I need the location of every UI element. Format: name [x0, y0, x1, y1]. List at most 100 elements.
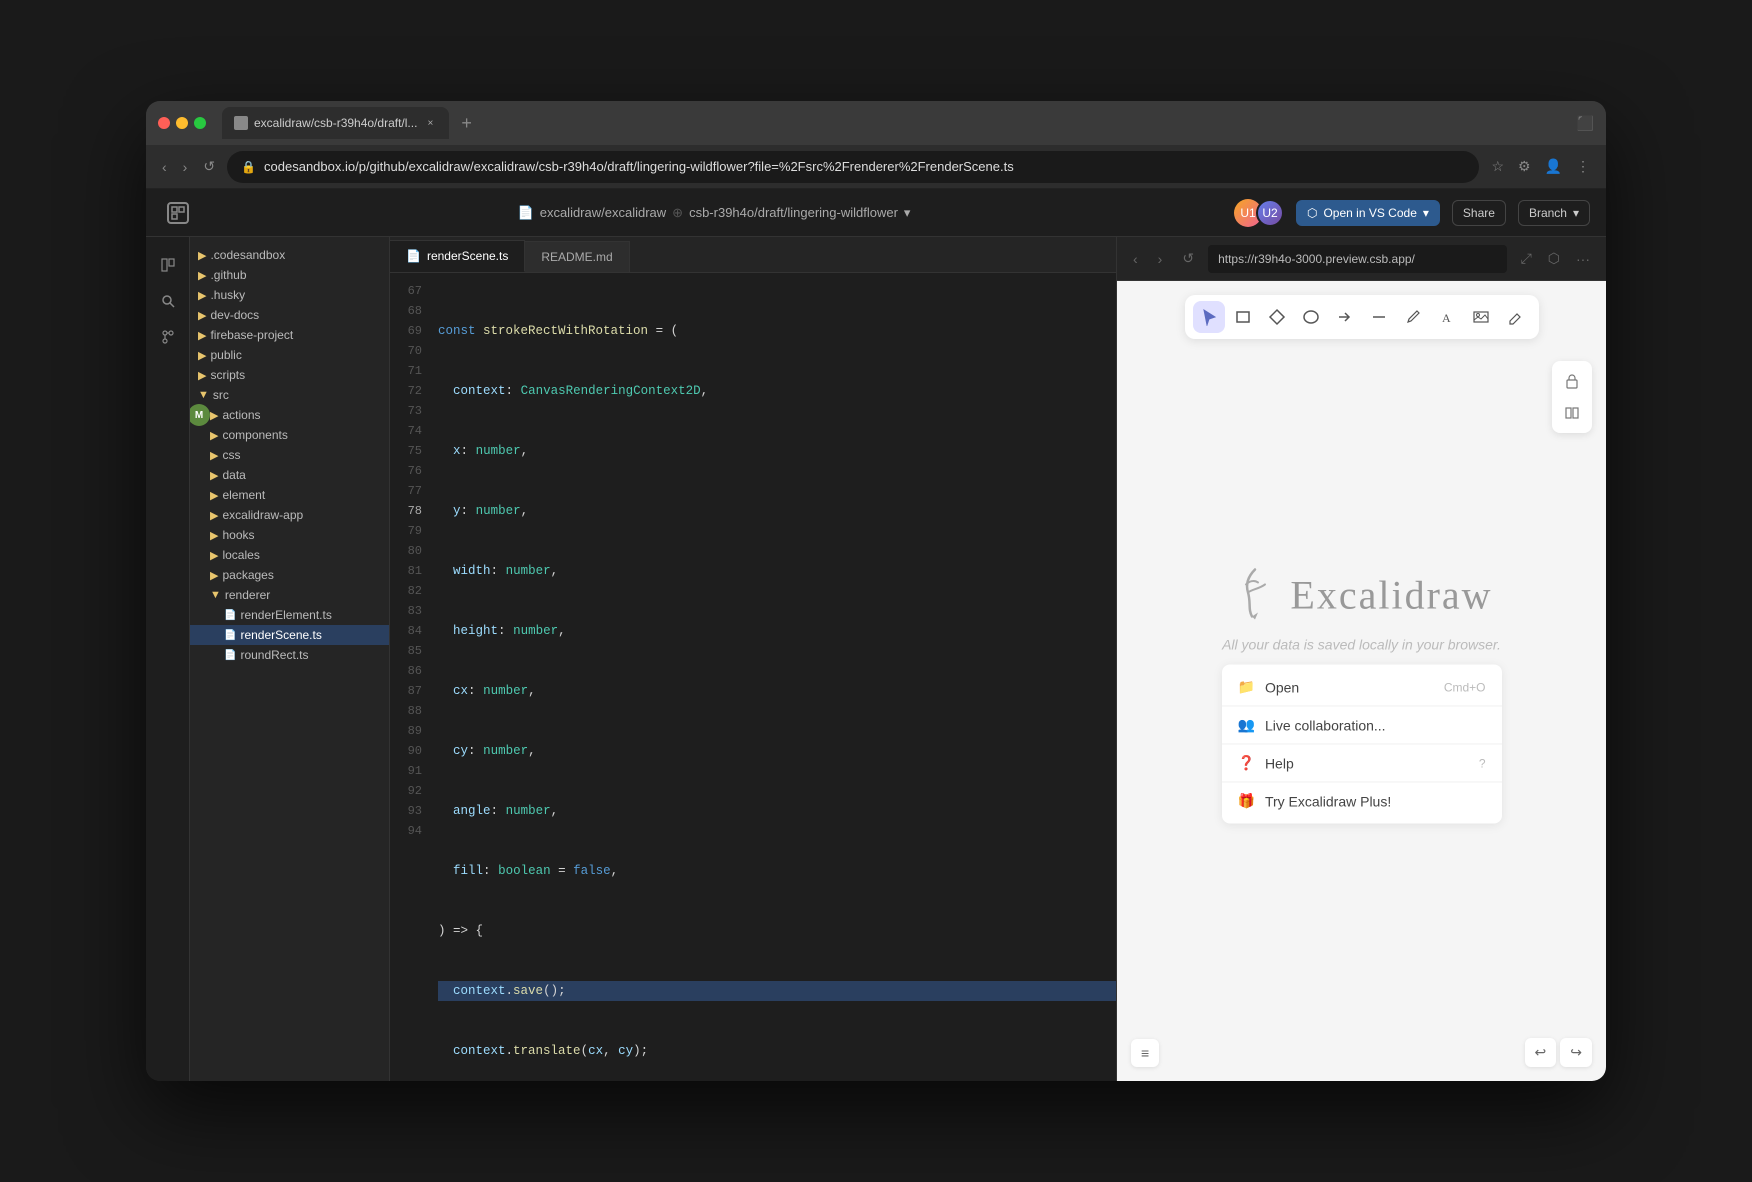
- more-options-icon[interactable]: ⋮: [1572, 154, 1594, 179]
- code-area[interactable]: 67 68 69 70 71 72 73 74 75 76 77: [390, 273, 1116, 1081]
- explorer-item-github[interactable]: ▶ .github: [190, 265, 389, 285]
- excalidraw-tool-arrow[interactable]: [1329, 301, 1361, 333]
- code-line: const strokeRectWithRotation = (: [438, 321, 1116, 341]
- line-num: 84: [390, 621, 422, 641]
- code-line: x: number,: [438, 441, 1116, 461]
- extensions-icon[interactable]: ⚙: [1514, 154, 1535, 179]
- explorer-item-components[interactable]: ▶ components: [190, 425, 389, 445]
- svg-text:A: A: [1442, 311, 1451, 325]
- excalidraw-lock-button[interactable]: [1558, 367, 1586, 395]
- folder-icon: ▶: [198, 309, 206, 322]
- excalidraw-tool-text[interactable]: A: [1431, 301, 1463, 333]
- sidebar-search-icon[interactable]: [152, 285, 184, 317]
- folder-icon: ▶: [198, 369, 206, 382]
- explorer-item-css[interactable]: ▶ css: [190, 445, 389, 465]
- excalidraw-menu-button[interactable]: ≡: [1131, 1039, 1159, 1067]
- explorer-item-label: .husky: [210, 288, 245, 302]
- excalidraw-redo-button[interactable]: ↪: [1560, 1038, 1592, 1067]
- preview-external-button[interactable]: ⬡: [1542, 246, 1566, 271]
- tab-close-button[interactable]: ×: [423, 116, 437, 130]
- preview-more-button[interactable]: ···: [1570, 246, 1596, 271]
- editor-tab-renderScene[interactable]: 📄 renderScene.ts: [390, 240, 525, 272]
- explorer-item-data[interactable]: ▶ data: [190, 465, 389, 485]
- excalidraw-tool-pencil[interactable]: [1397, 301, 1429, 333]
- excalidraw-tool-image[interactable]: [1465, 301, 1497, 333]
- explorer-item-renderer[interactable]: ▼ renderer: [190, 585, 389, 605]
- forward-button[interactable]: ›: [179, 155, 192, 179]
- explorer-item-src[interactable]: ▼ src: [190, 385, 389, 405]
- browser-tab-active[interactable]: excalidraw/csb-r39h4o/draft/l... ×: [222, 107, 449, 139]
- excalidraw-tool-eraser[interactable]: [1499, 301, 1531, 333]
- excalidraw-undo-button[interactable]: ↩: [1525, 1038, 1557, 1067]
- explorer-item-codesandbox[interactable]: ▶ .codesandbox: [190, 245, 389, 265]
- folder-icon: ▶: [198, 329, 206, 342]
- folder-icon: ▶: [210, 449, 218, 462]
- line-num: 94: [390, 821, 422, 841]
- excalidraw-menu-help[interactable]: ❓ Help ?: [1222, 744, 1502, 782]
- explorer-item-excalidraw-app[interactable]: ▶ excalidraw-app: [190, 505, 389, 525]
- explorer-item-devdocs[interactable]: ▶ dev-docs: [190, 305, 389, 325]
- explorer-item-scripts[interactable]: ▶ scripts: [190, 365, 389, 385]
- excalidraw-tool-ellipse[interactable]: [1295, 301, 1327, 333]
- explorer-item-label: hooks: [222, 528, 254, 542]
- preview-url-text: https://r39h4o-3000.preview.csb.app/: [1218, 252, 1415, 266]
- preview-refresh-button[interactable]: ↺: [1176, 246, 1200, 271]
- folder-icon: ▶: [210, 569, 218, 582]
- refresh-button[interactable]: ↺: [199, 154, 219, 179]
- code-content[interactable]: const strokeRectWithRotation = ( context…: [430, 273, 1116, 1081]
- open-vscode-button[interactable]: ⬡ Open in VS Code ▾: [1296, 200, 1440, 226]
- explorer-item-label: .codesandbox: [210, 248, 285, 262]
- excalidraw-menu-plus[interactable]: 🎁 Try Excalidraw Plus!: [1222, 782, 1502, 819]
- breadcrumb-repo[interactable]: excalidraw/excalidraw: [540, 205, 666, 220]
- code-line: height: number,: [438, 621, 1116, 641]
- explorer-item-husky[interactable]: ▶ .husky: [190, 285, 389, 305]
- minimize-button[interactable]: [176, 117, 188, 129]
- line-num: 75: [390, 441, 422, 461]
- code-lines: 67 68 69 70 71 72 73 74 75 76 77: [390, 273, 1116, 1081]
- explorer-item-public[interactable]: ▶ public: [190, 345, 389, 365]
- explorer-item-roundRect[interactable]: 📄 roundRect.ts: [190, 645, 389, 665]
- sidebar-explorer-icon[interactable]: [152, 249, 184, 281]
- file-explorer: ▶ .codesandbox ▶ .github ▶ .husky ▶ dev-…: [190, 237, 390, 1081]
- window-control-icon: ⬛: [1577, 115, 1594, 132]
- line-num: 90: [390, 741, 422, 761]
- bookmark-icon[interactable]: ☆: [1487, 154, 1508, 179]
- url-bar[interactable]: 🔒 codesandbox.io/p/github/excalidraw/exc…: [227, 151, 1479, 183]
- back-button[interactable]: ‹: [158, 155, 171, 179]
- excalidraw-tool-select[interactable]: [1193, 301, 1225, 333]
- sidebar-git-icon[interactable]: [152, 321, 184, 353]
- tab-bar: excalidraw/csb-r39h4o/draft/l... × +: [222, 107, 1569, 139]
- explorer-item-hooks[interactable]: ▶ hooks: [190, 525, 389, 545]
- explorer-item-firebase[interactable]: ▶ firebase-project: [190, 325, 389, 345]
- excalidraw-tool-line[interactable]: [1363, 301, 1395, 333]
- maximize-button[interactable]: [194, 117, 206, 129]
- profile-icon[interactable]: 👤: [1541, 154, 1566, 179]
- explorer-item-actions[interactable]: ▶ actions M: [190, 405, 389, 425]
- explorer-item-locales[interactable]: ▶ locales: [190, 545, 389, 565]
- excalidraw-menu-collab[interactable]: 👥 Live collaboration...: [1222, 706, 1502, 744]
- preview-expand-button[interactable]: ⤢: [1515, 246, 1538, 271]
- preview-back-button[interactable]: ‹: [1127, 247, 1144, 271]
- excalidraw-menu: 📁 Open Cmd+O 👥 Live collaboration... ❓: [1222, 664, 1502, 823]
- share-button[interactable]: Share: [1452, 200, 1506, 226]
- explorer-item-label: .github: [210, 268, 246, 282]
- line-num: 81: [390, 561, 422, 581]
- excalidraw-tool-rectangle[interactable]: [1227, 301, 1259, 333]
- excalidraw-menu-open[interactable]: 📁 Open Cmd+O: [1222, 668, 1502, 706]
- explorer-item-packages[interactable]: ▶ packages: [190, 565, 389, 585]
- new-tab-button[interactable]: +: [453, 113, 480, 134]
- line-num: 74: [390, 421, 422, 441]
- explorer-item-renderElement[interactable]: 📄 renderElement.ts: [190, 605, 389, 625]
- preview-url-bar[interactable]: https://r39h4o-3000.preview.csb.app/: [1208, 245, 1506, 273]
- excalidraw-tool-diamond[interactable]: [1261, 301, 1293, 333]
- explorer-item-element[interactable]: ▶ element: [190, 485, 389, 505]
- open-vscode-dropdown-icon[interactable]: ▾: [1423, 206, 1429, 220]
- explorer-item-renderScene[interactable]: 📄 renderScene.ts: [190, 625, 389, 645]
- editor-tab-readme[interactable]: README.md: [525, 241, 629, 272]
- preview-forward-button[interactable]: ›: [1152, 247, 1169, 271]
- close-button[interactable]: [158, 117, 170, 129]
- excalidraw-library-button[interactable]: [1558, 399, 1586, 427]
- breadcrumb-dropdown-icon[interactable]: ▾: [904, 205, 911, 221]
- branch-button[interactable]: Branch ▾: [1518, 200, 1590, 226]
- breadcrumb-branch[interactable]: csb-r39h4o/draft/lingering-wildflower: [689, 205, 898, 220]
